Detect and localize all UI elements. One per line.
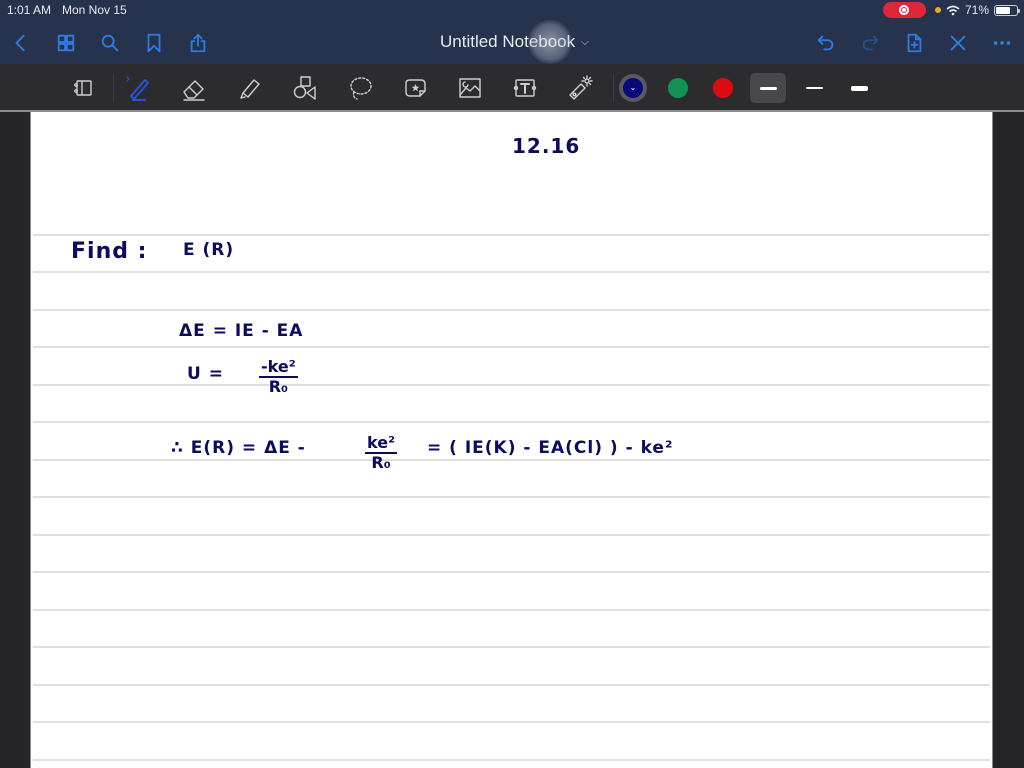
ruled-line xyxy=(33,271,990,273)
tool-laser-pointer[interactable] xyxy=(564,72,596,104)
energy-equation-prefix: ∴ E(R) = ΔE - xyxy=(171,438,306,458)
potential-numerator: -ke² xyxy=(259,357,298,378)
eraser-icon xyxy=(183,80,205,101)
bookmark-icon xyxy=(147,33,161,53)
tool-page-layout[interactable] xyxy=(67,72,99,104)
ruled-line xyxy=(33,609,990,611)
energy-equation-rest: = ( IE(K) - EA(Cl) ) - ke² xyxy=(427,438,674,458)
toolbar-divider xyxy=(613,74,614,102)
drawing-toolbar: ⌄ xyxy=(0,64,1024,112)
energy-numerator: ke² xyxy=(365,433,398,454)
tool-lasso[interactable] xyxy=(344,72,376,104)
add-page-button[interactable] xyxy=(901,30,927,56)
redo-button[interactable] xyxy=(857,30,883,56)
notebook-title-text: Untitled Notebook xyxy=(440,32,576,51)
ruled-line xyxy=(33,384,990,386)
share-icon xyxy=(190,33,206,53)
pen-icon xyxy=(126,76,149,101)
stroke-width-thick[interactable] xyxy=(841,73,877,103)
search-icon xyxy=(101,34,119,52)
redo-icon xyxy=(862,35,879,51)
sticker-icon xyxy=(405,79,426,97)
undo-button[interactable] xyxy=(813,30,839,56)
tool-sticker[interactable] xyxy=(399,72,431,104)
page-layout-icon xyxy=(74,80,92,96)
text-box-icon xyxy=(513,79,537,97)
ruled-line xyxy=(33,534,990,536)
potential-denominator: R₀ xyxy=(268,376,289,396)
highlighter-icon xyxy=(240,79,260,99)
chevron-down-icon: ⌄ xyxy=(629,83,637,92)
problem-number: 12.16 xyxy=(512,134,581,158)
bookmark-button[interactable] xyxy=(141,30,167,56)
toolbar-divider xyxy=(113,74,114,102)
more-button[interactable] xyxy=(989,30,1015,56)
ruled-line xyxy=(33,421,990,423)
notebook-page[interactable]: 12.16 Find : E (R) ΔE = IE - EA U = -ke²… xyxy=(30,112,993,768)
ruled-line xyxy=(33,646,990,648)
stroke-width-thin[interactable] xyxy=(796,73,832,103)
app-header: 1:01 AM Mon Nov 15 71% Untitled Notebook… xyxy=(0,0,1024,64)
energy-fraction: ke² R₀ xyxy=(365,433,398,472)
delta-e-equation: ΔE = IE - EA xyxy=(179,321,304,341)
color-swatch-navy[interactable]: ⌄ xyxy=(623,78,643,98)
back-icon xyxy=(15,34,25,52)
wifi-icon xyxy=(946,5,960,15)
status-indicators: 71% xyxy=(882,2,1020,18)
ruled-line xyxy=(33,721,990,723)
back-button[interactable] xyxy=(8,30,34,56)
stroke-medium-icon xyxy=(759,86,777,90)
ruled-line xyxy=(33,684,990,686)
close-icon xyxy=(950,35,966,51)
image-icon xyxy=(459,78,481,98)
add-page-icon xyxy=(907,33,922,53)
ruled-line xyxy=(33,459,990,461)
status-time: 1:01 AM xyxy=(7,3,52,17)
lasso-icon xyxy=(350,77,372,100)
close-button[interactable] xyxy=(945,30,971,56)
undo-icon xyxy=(817,35,834,51)
ruled-line xyxy=(33,571,990,573)
thumbnails-icon xyxy=(57,34,75,52)
laser-pointer-icon xyxy=(569,75,593,100)
search-button[interactable] xyxy=(97,30,123,56)
find-target: E (R) xyxy=(183,240,235,260)
energy-denominator: R₀ xyxy=(371,452,391,472)
tool-highlighter[interactable] xyxy=(234,72,266,104)
potential-fraction: -ke² R₀ xyxy=(259,358,298,395)
tool-pen[interactable] xyxy=(123,72,155,104)
shapes-icon xyxy=(293,76,316,100)
potential-lhs: U = xyxy=(187,364,224,384)
tool-shapes[interactable] xyxy=(289,72,321,104)
tool-text-box[interactable] xyxy=(509,72,541,104)
screen-recording-indicator[interactable] xyxy=(882,2,926,18)
ruled-line xyxy=(33,759,990,761)
status-date: Mon Nov 15 xyxy=(62,3,127,17)
ruled-line xyxy=(33,496,990,498)
color-swatch-green[interactable] xyxy=(668,78,688,98)
battery-icon xyxy=(994,4,1020,16)
battery-fill xyxy=(996,6,1011,14)
stroke-thick-icon xyxy=(850,85,868,91)
ruled-line xyxy=(33,234,990,236)
tool-image[interactable] xyxy=(454,72,486,104)
color-swatch-red[interactable] xyxy=(713,78,733,98)
find-label: Find : xyxy=(71,239,148,264)
battery-percent: 71% xyxy=(964,3,989,17)
stroke-width-medium[interactable] xyxy=(750,73,786,103)
thumbnails-button[interactable] xyxy=(53,30,79,56)
chevron-down-icon: ⌵ xyxy=(581,36,589,48)
ruled-line xyxy=(33,346,990,348)
more-icon xyxy=(993,41,1011,45)
tool-eraser[interactable] xyxy=(178,72,210,104)
notebook-title[interactable]: Untitled Notebook ⌵ xyxy=(440,32,589,52)
record-icon xyxy=(899,5,910,15)
ruled-line xyxy=(33,309,990,311)
share-button[interactable] xyxy=(185,30,211,56)
stroke-thin-icon xyxy=(805,87,823,89)
privacy-dot-icon xyxy=(934,7,941,13)
